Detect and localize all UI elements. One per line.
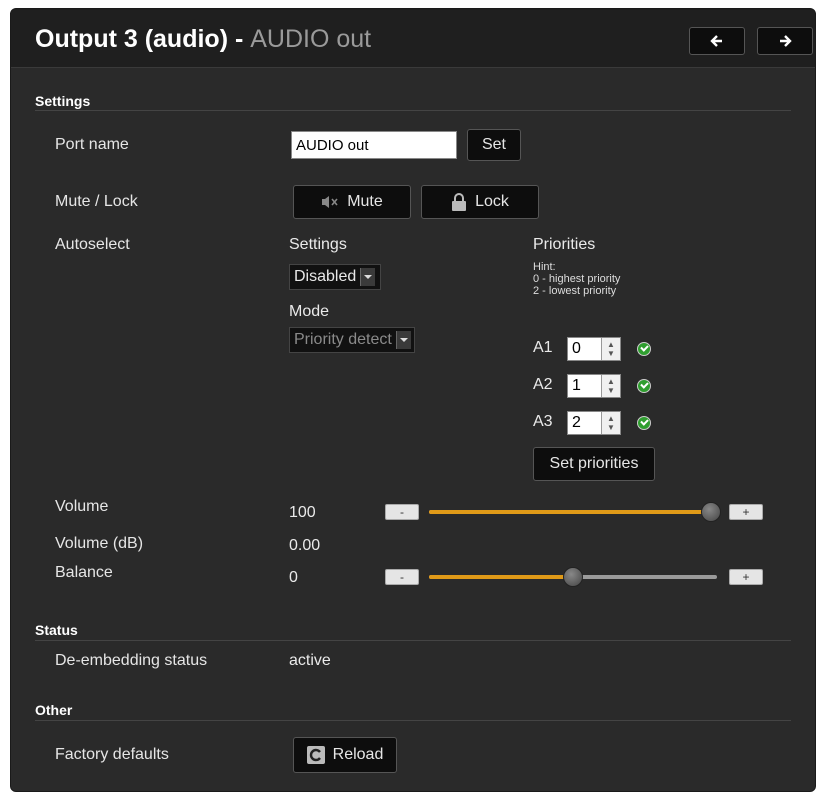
settings-section-title: Settings [35, 93, 91, 109]
lock-button[interactable]: Lock [421, 185, 539, 219]
volume-increase-button[interactable]: + [729, 504, 763, 520]
mute-button-label: Mute [347, 193, 383, 210]
page-title: Output 3 (audio) - AUDIO out [35, 25, 371, 54]
priority-name-a3: A3 [533, 413, 553, 430]
factory-defaults-label: Factory defaults [55, 746, 169, 763]
reload-button[interactable]: Reload [293, 737, 397, 773]
mute-lock-label: Mute / Lock [55, 193, 138, 210]
stepper-arrows-icon[interactable]: ▲ ▼ [601, 375, 620, 397]
volume-slider-handle[interactable] [701, 502, 721, 522]
port-name-input[interactable] [291, 131, 457, 159]
chevron-down-icon [395, 331, 411, 349]
reload-icon [306, 746, 325, 764]
hint-line: Hint: [533, 261, 556, 273]
balance-slider-handle[interactable] [563, 567, 583, 587]
priority-name-a1: A1 [533, 339, 553, 356]
hint-line: 2 - lowest priority [533, 285, 617, 297]
stepper-arrows-icon[interactable]: ▲ ▼ [601, 338, 620, 360]
arrow-left-icon [710, 35, 722, 47]
volume-db-label: Volume (dB) [55, 535, 144, 552]
check-ok-icon [637, 379, 651, 393]
autoselect-mode-label: Mode [289, 303, 330, 320]
autoselect-settings-label: Settings [289, 236, 347, 253]
port-name-label: Port name [55, 136, 129, 153]
volume-value: 100 [289, 504, 316, 521]
volume-slider-track[interactable] [429, 510, 711, 514]
set-priorities-label: Set priorities [549, 455, 639, 472]
priority-stepper-a2[interactable]: 1 ▲ ▼ [567, 374, 621, 398]
port-name-set-button[interactable]: Set [467, 129, 521, 161]
other-section-title: Other [35, 702, 73, 718]
priority-value: 2 [572, 414, 581, 431]
volume-decrease-button[interactable]: - [385, 504, 419, 520]
set-button-label: Set [481, 136, 506, 153]
mute-button[interactable]: Mute [293, 185, 411, 219]
balance-label: Balance [55, 564, 113, 581]
speaker-mute-icon [322, 196, 338, 208]
title-port-name: AUDIO out [250, 25, 372, 53]
prev-button[interactable] [689, 27, 745, 55]
priority-value: 1 [572, 377, 581, 394]
balance-value: 0 [289, 569, 298, 586]
autoselect-label: Autoselect [55, 236, 130, 253]
hint-line: 0 - highest priority [533, 273, 621, 285]
priority-name-a2: A2 [533, 376, 553, 393]
divider [35, 720, 791, 721]
lock-button-label: Lock [475, 193, 509, 210]
divider [35, 110, 791, 111]
priorities-label: Priorities [533, 236, 596, 253]
panel-header: Output 3 (audio) - AUDIO out [11, 9, 815, 68]
chevron-down-icon [360, 268, 376, 286]
volume-db-value: 0.00 [289, 537, 321, 554]
next-button[interactable] [757, 27, 813, 55]
divider [35, 640, 791, 641]
volume-slider-fill [429, 510, 711, 514]
balance-slider-fill [429, 575, 573, 579]
check-ok-icon [637, 416, 651, 430]
output-panel: Output 3 (audio) - AUDIO out Settings Po… [10, 8, 816, 792]
balance-increase-button[interactable]: + [729, 569, 763, 585]
volume-label: Volume [55, 498, 109, 515]
autoselect-mode-select[interactable]: Priority detect [289, 327, 415, 353]
priority-stepper-a3[interactable]: 2 ▲ ▼ [567, 411, 621, 435]
title-main: Output 3 (audio) - [35, 25, 251, 53]
autoselect-mode-value: Priority detect [294, 331, 392, 348]
reload-button-label: Reload [332, 746, 384, 763]
autoselect-settings-select[interactable]: Disabled [289, 264, 381, 290]
arrow-right-icon [780, 35, 792, 47]
priority-hint: Hint: 0 - highest priority 2 - lowest pr… [533, 261, 620, 297]
deembedding-status-label: De-embedding status [55, 652, 208, 669]
priority-value: 0 [572, 340, 581, 357]
status-section-title: Status [35, 622, 78, 638]
set-priorities-button[interactable]: Set priorities [533, 447, 655, 481]
deembedding-status-value: active [289, 652, 331, 669]
balance-decrease-button[interactable]: - [385, 569, 419, 585]
check-ok-icon [637, 342, 651, 356]
priority-stepper-a1[interactable]: 0 ▲ ▼ [567, 337, 621, 361]
lock-icon [452, 193, 467, 211]
autoselect-settings-value: Disabled [294, 268, 357, 285]
stepper-arrows-icon[interactable]: ▲ ▼ [601, 412, 620, 434]
